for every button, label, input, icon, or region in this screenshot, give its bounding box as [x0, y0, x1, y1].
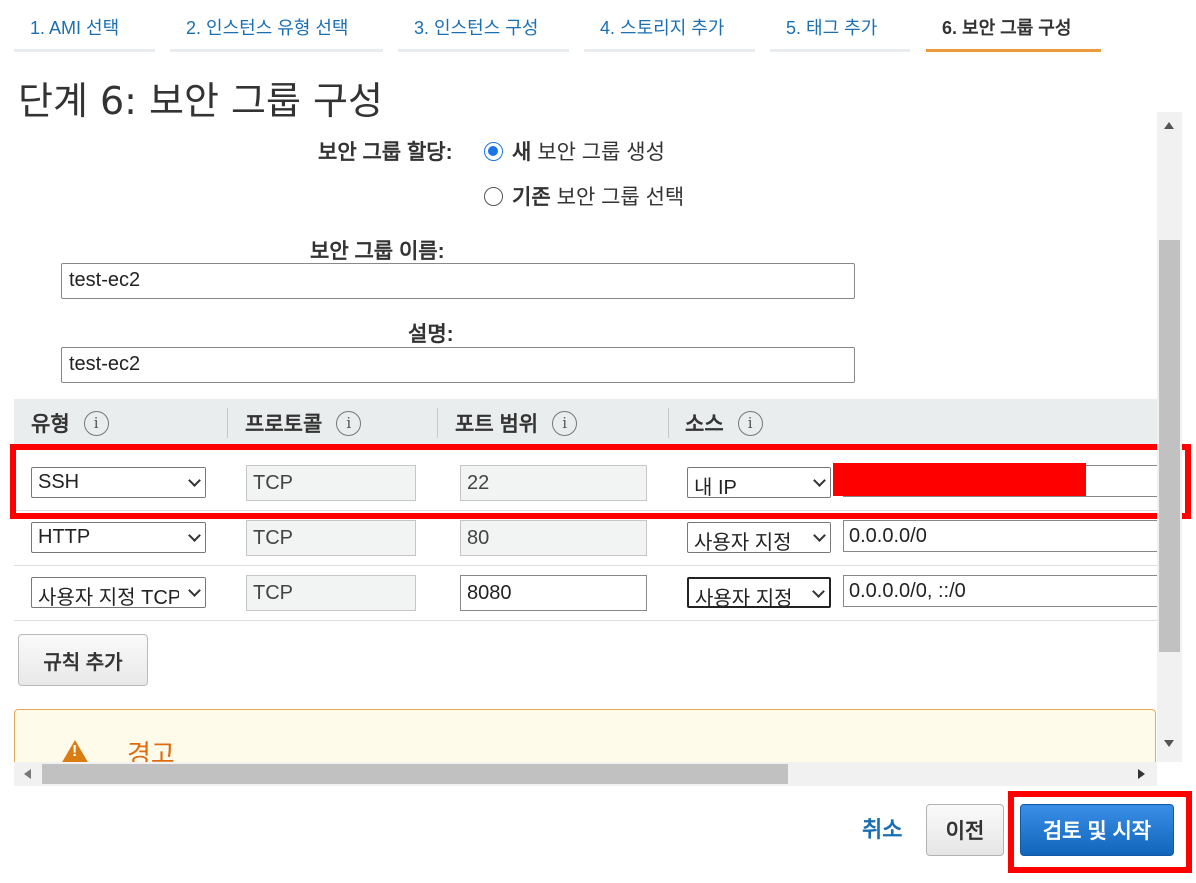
- step-instance-type[interactable]: 2. 인스턴스 유형 선택: [170, 0, 383, 52]
- scrollbar-thumb[interactable]: [42, 764, 788, 784]
- assignment-label: 보안 그룹 할당:: [318, 141, 453, 164]
- radio-new-group[interactable]: 새 보안 그룹 생성: [484, 136, 665, 166]
- type-select-custom-tcp[interactable]: 사용자 지정 TCP: [31, 577, 206, 608]
- column-divider: [437, 408, 438, 438]
- step-security-group[interactable]: 6. 보안 그룹 구성: [926, 0, 1101, 52]
- previous-button[interactable]: 이전: [926, 804, 1004, 856]
- cancel-link[interactable]: 취소: [862, 812, 902, 844]
- add-rule-button[interactable]: 규칙 추가: [18, 634, 148, 686]
- wizard-steps: 1. AMI 선택 2. 인스턴스 유형 선택 3. 인스턴스 구성 4. 스토…: [0, 0, 1196, 52]
- info-icon[interactable]: i: [552, 410, 578, 436]
- source-cidr-input[interactable]: 0.0.0.0/0: [843, 520, 1163, 552]
- port-field: 80: [460, 520, 647, 556]
- radio-existing-group[interactable]: 기존 보안 그룹 선택: [484, 181, 684, 211]
- type-select-http[interactable]: HTTP: [31, 522, 206, 553]
- column-divider: [668, 408, 669, 438]
- header-source: 소스 i: [685, 399, 763, 447]
- annotation-highlight-launch-button: [1008, 791, 1192, 873]
- scrollbar-thumb[interactable]: [1159, 240, 1180, 652]
- header-type: 유형 i: [31, 399, 109, 447]
- rules-table-header: 유형 i 프로토콜 i 포트 범위 i 소스 i: [14, 399, 1157, 447]
- description-label: 설명:: [408, 323, 454, 346]
- group-name-input[interactable]: test-ec2: [61, 263, 855, 299]
- annotation-highlight-ssh-row: [10, 444, 1191, 519]
- horizontal-scrollbar[interactable]: [14, 762, 1157, 786]
- info-icon[interactable]: i: [83, 410, 109, 436]
- port-input[interactable]: 8080: [460, 575, 647, 611]
- row-divider: [14, 620, 1157, 621]
- header-port-range: 포트 범위 i: [455, 399, 578, 447]
- vertical-scrollbar[interactable]: [1157, 112, 1182, 762]
- warning-box: 경고: [14, 709, 1156, 769]
- step-tags[interactable]: 5. 태그 추가: [770, 0, 910, 52]
- scroll-up-icon[interactable]: [1164, 122, 1174, 129]
- source-cidr-input[interactable]: 0.0.0.0/0, ::/0: [843, 575, 1163, 607]
- step-storage[interactable]: 4. 스토리지 추가: [584, 0, 755, 52]
- group-name-label: 보안 그룹 이름:: [310, 240, 445, 263]
- page-title: 단계 6: 보안 그룹 구성: [18, 79, 383, 123]
- row-divider: [14, 565, 1157, 566]
- protocol-field: TCP: [246, 575, 416, 611]
- info-icon[interactable]: i: [336, 410, 362, 436]
- step-ami[interactable]: 1. AMI 선택: [14, 0, 155, 52]
- radio-button-checked[interactable]: [484, 141, 503, 161]
- description-input[interactable]: test-ec2: [61, 347, 855, 383]
- source-select-custom-focused[interactable]: 사용자 지정: [687, 577, 831, 608]
- info-icon[interactable]: i: [737, 410, 763, 436]
- header-protocol: 프로토콜 i: [245, 399, 362, 447]
- scroll-right-icon[interactable]: [1138, 769, 1145, 779]
- scroll-down-icon[interactable]: [1164, 740, 1174, 747]
- warning-icon: [61, 740, 89, 764]
- radio-button[interactable]: [484, 186, 503, 206]
- source-select-custom[interactable]: 사용자 지정: [687, 522, 831, 553]
- column-divider: [227, 408, 228, 438]
- step-instance-config[interactable]: 3. 인스턴스 구성: [398, 0, 569, 52]
- scroll-left-icon[interactable]: [24, 769, 31, 779]
- protocol-field: TCP: [246, 520, 416, 556]
